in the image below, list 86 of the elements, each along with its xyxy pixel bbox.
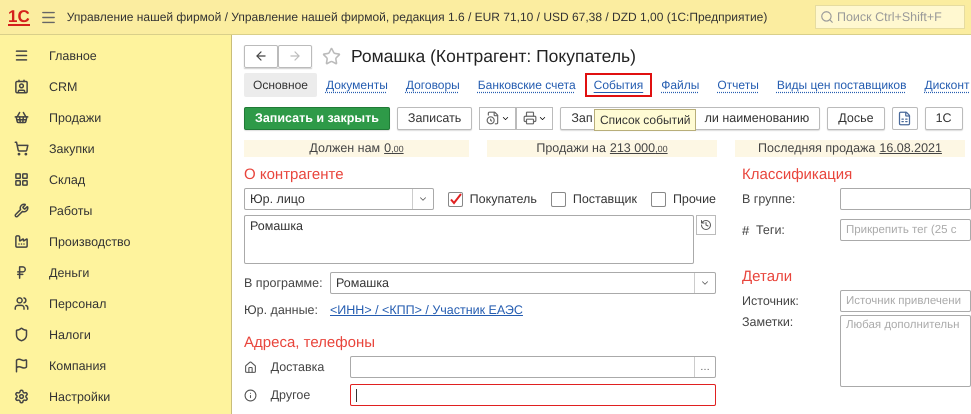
address-field[interactable] — [350, 384, 716, 406]
summary-label: Продажи на — [536, 141, 606, 155]
info-icon — [244, 388, 257, 402]
tab[interactable]: Дисконт — [915, 73, 971, 97]
people-icon — [14, 296, 29, 311]
section-heading: Классификация — [742, 164, 854, 184]
sidebar-item[interactable]: Персонал — [0, 288, 231, 319]
sidebar-item[interactable]: Компания — [0, 350, 231, 381]
sidebar-item[interactable]: Настройки — [0, 381, 231, 412]
house-icon — [244, 360, 257, 374]
search-icon — [820, 10, 834, 24]
select-button[interactable]: … — [694, 357, 715, 377]
forward-icon — [288, 49, 302, 63]
field-label: В программе: — [244, 276, 324, 290]
tooltip: Список событий — [594, 109, 696, 131]
field-label: В группе: — [742, 192, 796, 206]
app-title: Управление нашей фирмой / Управление нашей фирмой, редакция 1.6 / EUR 71,10 / USD 67,38 / DZD 1,00 (1С:Предприятие) — [66, 10, 768, 24]
group-field[interactable] — [840, 188, 971, 210]
field-label: Теги: — [756, 223, 786, 237]
summary-link[interactable]: 16.08.2021 — [879, 141, 942, 155]
history-button[interactable] — [696, 215, 716, 235]
tab[interactable]: Банковские счета — [468, 73, 585, 97]
program-select[interactable]: Ромашка — [330, 272, 716, 294]
favorite-star-icon[interactable] — [322, 46, 341, 66]
list-icon — [14, 48, 29, 63]
type-select[interactable]: Юр. лицо — [244, 188, 434, 210]
role-checkbox[interactable]: Прочие — [650, 192, 716, 206]
field-label: Источник: — [742, 294, 800, 308]
save-and-close-button[interactable]: Записать и закрыть — [244, 106, 390, 130]
tab[interactable]: Отчеты — [708, 73, 768, 97]
address-field[interactable]: … — [350, 356, 716, 378]
field-label: Юр. данные: — [244, 303, 319, 317]
sidebar-item[interactable]: Деньги — [0, 257, 231, 288]
history-icon — [700, 219, 712, 231]
check-icon — [448, 192, 462, 206]
section-heading: Адреса, телефоны — [244, 332, 376, 352]
toolbar-button[interactable] — [892, 106, 918, 130]
tab[interactable]: Файлы — [652, 73, 708, 97]
tab[interactable]: Виды цен поставщиков — [768, 73, 916, 97]
ruble-icon — [14, 265, 29, 280]
sidebar-item[interactable]: Продажи — [0, 102, 231, 133]
sidebar-item[interactable]: Производство — [0, 226, 231, 257]
contact-card-icon — [14, 79, 29, 94]
tab[interactable]: Основное — [244, 73, 317, 97]
legal-data-link[interactable]: <ИНН> / <КПП> / Участник ЕАЭС — [330, 303, 523, 317]
tab[interactable]: Договоры — [396, 73, 469, 97]
shield-icon — [14, 327, 29, 342]
back-icon — [254, 49, 268, 63]
toolbar-button[interactable]: Досье — [827, 106, 885, 130]
field-label: Доставка — [270, 360, 326, 374]
summary-label: Последняя продажа — [758, 141, 876, 155]
field-label: Другое — [270, 388, 312, 402]
dropdown-button[interactable] — [479, 106, 516, 130]
document-clock-icon — [486, 111, 500, 125]
printer-icon — [522, 111, 537, 125]
role-checkbox[interactable]: Покупатель — [448, 192, 537, 206]
sidebar-item[interactable]: Налоги — [0, 319, 231, 350]
field-label: Заметки: — [742, 315, 794, 329]
sidebar-item[interactable]: Работы — [0, 195, 231, 226]
tab[interactable]: События — [584, 73, 652, 97]
back-button[interactable] — [244, 44, 278, 68]
toolbar-button[interactable]: Записать — [396, 106, 472, 130]
basket-icon — [14, 110, 29, 125]
section-heading: Детали — [742, 266, 794, 286]
tab[interactable]: Документы — [316, 73, 397, 97]
form-title: Ромашка (Контрагент: Покупатель) — [351, 46, 636, 66]
factory-icon — [14, 234, 29, 249]
summary-label: Должен нам — [309, 141, 380, 155]
sidebar-item[interactable]: Главное — [0, 40, 231, 71]
flag-icon — [14, 358, 29, 373]
toolbar-button[interactable]: 1С — [924, 106, 963, 130]
role-checkbox[interactable]: Поставщик — [550, 192, 637, 206]
spreadsheet-icon — [897, 110, 912, 126]
hash-label: # — [742, 222, 750, 238]
settings-icon — [14, 389, 29, 404]
text-cursor — [356, 388, 357, 402]
grid-icon — [14, 172, 29, 187]
logo: 1С — [8, 8, 30, 26]
wrench-icon — [14, 203, 29, 218]
dropdown-button[interactable] — [516, 106, 554, 130]
sidebar-item[interactable]: CRM — [0, 71, 231, 102]
sidebar-item[interactable]: Закупки — [0, 133, 231, 164]
name-field[interactable]: Ромашка — [244, 215, 694, 264]
section-heading: О контрагенте — [244, 164, 345, 184]
cart-icon — [14, 141, 29, 156]
sidebar-item[interactable]: Склад — [0, 164, 231, 195]
